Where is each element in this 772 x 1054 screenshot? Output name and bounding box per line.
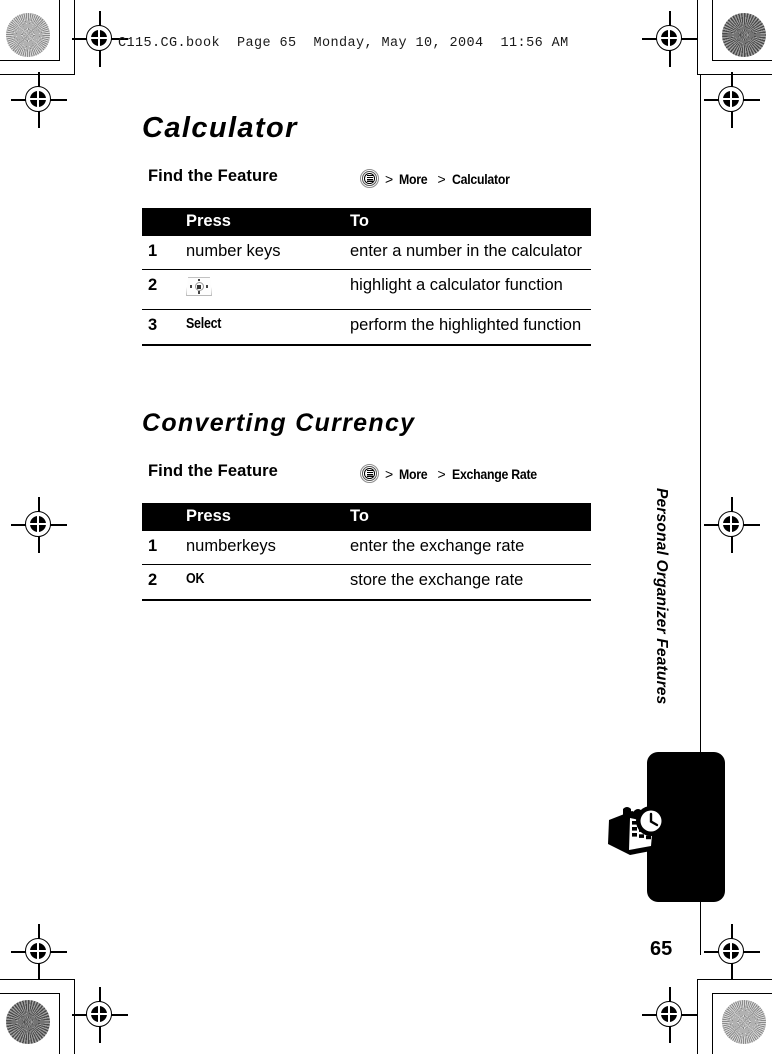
column-header-step: [142, 503, 186, 531]
crop-rule-bottom-right-h2: [697, 979, 772, 981]
softkey-label: Select: [186, 316, 222, 333]
step-press-value: [186, 269, 350, 311]
crop-rule-top-right-v: [712, 0, 714, 61]
table-row: 1 number keys enter a number in the calc…: [142, 236, 591, 271]
menu-path-item-more: More: [399, 465, 428, 482]
registration-mark-bottom-left-inner: [11, 924, 67, 980]
print-header-note: C115.CG.book Page 65 Monday, May 10, 200…: [118, 36, 569, 51]
crop-rule-bottom-right-v: [712, 993, 714, 1054]
registration-mark-bottom-left: [72, 987, 128, 1043]
path-separator: >: [385, 465, 394, 482]
path-separator: >: [437, 170, 446, 187]
crop-rule-top-left-h: [0, 60, 60, 62]
page-number: 65: [650, 938, 673, 960]
step-press-value: numberkeys: [186, 531, 350, 566]
step-description: perform the highlighted function: [350, 309, 591, 347]
step-number: 2: [142, 269, 186, 311]
crop-rule-bottom-left-v2: [74, 979, 76, 1054]
crop-rule-top-left-v2: [74, 0, 76, 75]
page-title-calculator: Calculator: [142, 112, 298, 144]
column-header-to: To: [350, 503, 591, 531]
registration-rosette-bottom-right: [722, 1000, 766, 1044]
menu-path-exchange-rate: > More > Exchange Rate: [360, 464, 548, 483]
registration-mark-top-right: [642, 11, 698, 67]
registration-mark-right-middle: [704, 497, 760, 553]
registration-mark-left-middle: [11, 497, 67, 553]
step-press-value: OK: [186, 564, 350, 602]
softkey-label: OK: [186, 571, 205, 588]
crop-rule-top-right-v2: [697, 0, 699, 75]
crop-rule-top-right-h2: [697, 74, 772, 76]
crop-rule-bottom-left-v: [59, 993, 61, 1054]
navigation-key-icon: [186, 277, 212, 297]
crop-rule-bottom-left-h: [0, 993, 60, 995]
crop-rule-bottom-right-h: [712, 993, 772, 995]
step-number: 2: [142, 564, 186, 602]
crop-rule-bottom-left-h2: [0, 979, 75, 981]
steps-table-calculator: Press To 1 number keys enter a number in…: [142, 208, 591, 347]
menu-key-icon: [360, 169, 379, 188]
page-title-converting-currency: Converting Currency: [142, 409, 416, 437]
find-the-feature-label: Find the Feature: [148, 462, 278, 480]
page-canvas: C115.CG.book Page 65 Monday, May 10, 200…: [0, 0, 772, 1054]
menu-key-icon: [360, 464, 379, 483]
find-the-feature-label: Find the Feature: [148, 167, 278, 185]
column-header-step: [142, 208, 186, 236]
menu-path-item-calculator: Calculator: [451, 170, 510, 187]
chapter-tab-title: Personal Organizer Features: [653, 488, 670, 705]
crop-rule-top-left-v: [59, 0, 61, 61]
step-number: 1: [142, 531, 186, 566]
menu-path-item-more: More: [399, 170, 428, 187]
registration-rosette-top-left: [6, 13, 50, 57]
table-header-row: Press To: [142, 503, 591, 531]
column-header-press: Press: [186, 208, 350, 236]
crop-rule-top-left-h2: [0, 74, 75, 76]
menu-path-item-exchange-rate: Exchange Rate: [451, 465, 537, 482]
registration-mark-bottom-right-inner: [704, 924, 760, 980]
find-the-feature-exchange-rate: Find the Feature > More > Exchange Rate: [148, 462, 598, 488]
table-row: 2 OK store the exchange rate: [142, 564, 591, 602]
step-description: enter a number in the calculator: [350, 236, 591, 271]
step-description: enter the exchange rate: [350, 531, 591, 566]
registration-mark-top-left: [72, 11, 128, 67]
path-separator: >: [437, 465, 446, 482]
registration-mark-top-left-inner: [11, 72, 67, 128]
registration-mark-top-right-inner: [704, 72, 760, 128]
step-number: 3: [142, 309, 186, 347]
crop-rule-bottom-right-v2: [697, 979, 699, 1054]
table-row: 3 Select perform the highlighted functio…: [142, 309, 591, 347]
find-the-feature-calculator: Find the Feature > More > Calculator: [148, 167, 598, 193]
step-description: store the exchange rate: [350, 564, 591, 602]
step-description: highlight a calculator function: [350, 269, 591, 311]
table-row: 1 numberkeys enter the exchange rate: [142, 531, 591, 566]
path-separator: >: [385, 170, 394, 187]
crop-rule-top-right-h: [712, 60, 772, 62]
registration-rosette-bottom-left: [6, 1000, 50, 1044]
steps-table-exchange-rate: Press To 1 numberkeys enter the exchange…: [142, 503, 591, 602]
registration-rosette-top-right: [722, 13, 766, 57]
column-header-to: To: [350, 208, 591, 236]
table-header-row: Press To: [142, 208, 591, 236]
column-header-press: Press: [186, 503, 350, 531]
table-row: 2 highlight a calculator function: [142, 269, 591, 311]
menu-path-calculator: > More > Calculator: [360, 169, 517, 188]
registration-mark-bottom-right: [642, 987, 698, 1043]
personal-organizer-icon: [606, 798, 668, 856]
step-number: 1: [142, 236, 186, 271]
step-press-value: Select: [186, 309, 350, 347]
step-press-value: number keys: [186, 236, 350, 271]
